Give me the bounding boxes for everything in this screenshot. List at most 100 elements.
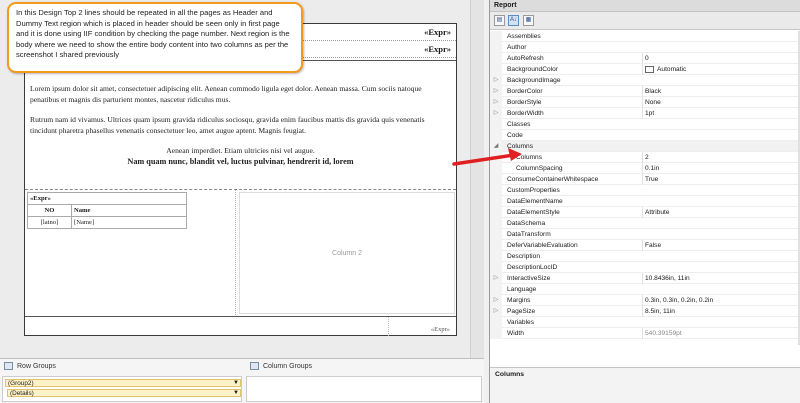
- property-row[interactable]: Code: [490, 130, 798, 141]
- property-row[interactable]: DataSchema: [490, 218, 798, 229]
- expand-arrow-icon[interactable]: ▷: [490, 86, 502, 97]
- property-row[interactable]: ConsumeContainerWhitespace True: [490, 174, 798, 185]
- row-group-item[interactable]: (Details) ▼: [7, 389, 241, 397]
- properties-object-title[interactable]: Report: [490, 0, 800, 12]
- property-pages-icon[interactable]: ▦: [523, 15, 534, 26]
- property-row[interactable]: Classes: [490, 119, 798, 130]
- property-row[interactable]: Language: [490, 284, 798, 295]
- property-row[interactable]: ColumnSpacing 0.1in: [490, 163, 798, 174]
- property-name: BackgroundImage: [507, 77, 561, 84]
- property-row[interactable]: Assemblies: [490, 31, 798, 42]
- column-groups-icon: [250, 362, 259, 370]
- property-row[interactable]: DataElementName: [490, 196, 798, 207]
- property-row[interactable]: ▷ InteractiveSize 10.8436in, 11in: [490, 273, 798, 284]
- property-row[interactable]: Description: [490, 251, 798, 262]
- property-name: DataSchema: [507, 220, 546, 227]
- body-textbox[interactable]: Lorem ipsum dolor sit amet, consectetuer…: [25, 84, 456, 177]
- property-name: CustomProperties: [507, 187, 560, 194]
- dropdown-arrow-icon[interactable]: ▼: [233, 380, 239, 387]
- property-row[interactable]: ▷ BorderStyle None: [490, 97, 798, 108]
- header-cell-name[interactable]: Name: [71, 204, 187, 217]
- property-name: PageSize: [507, 308, 536, 315]
- property-value[interactable]: 0.3in, 0.3in, 0.2in, 0.2in: [642, 295, 797, 306]
- row-gutter: [490, 130, 502, 141]
- column-1[interactable]: «Expr» NO Name [latno] [Name]: [25, 190, 236, 317]
- property-name: AutoRefresh: [507, 55, 544, 62]
- row-gutter: [490, 119, 502, 130]
- property-name: Description: [507, 253, 540, 260]
- property-name: Margins: [507, 297, 531, 304]
- property-value[interactable]: False: [642, 240, 797, 251]
- property-value[interactable]: 0: [642, 53, 797, 64]
- row-gutter: [490, 64, 502, 75]
- properties-blank-area: [490, 345, 800, 367]
- property-value[interactable]: 540.39159pt: [642, 328, 797, 339]
- designer-scrollbar[interactable]: [470, 0, 484, 358]
- property-row[interactable]: AutoRefresh 0: [490, 53, 798, 64]
- header-expression-1[interactable]: «Expr»: [424, 27, 451, 37]
- property-value[interactable]: Attribute: [642, 207, 797, 218]
- property-value-text: Automatic: [657, 66, 687, 73]
- property-value[interactable]: Black: [642, 86, 797, 97]
- property-row[interactable]: DescriptionLocID: [490, 262, 798, 273]
- property-value[interactable]: None: [642, 97, 797, 108]
- property-row[interactable]: ▷ BorderColor Black: [490, 86, 798, 97]
- row-group-item[interactable]: (Group2) ▼: [5, 379, 241, 387]
- categorized-icon[interactable]: ▤: [494, 15, 505, 26]
- property-name: Code: [507, 132, 523, 139]
- property-value[interactable]: 1pt: [642, 108, 797, 119]
- property-row[interactable]: Columns 2: [490, 152, 798, 163]
- property-row[interactable]: Author: [490, 42, 798, 53]
- expand-arrow-icon[interactable]: ▷: [490, 75, 502, 86]
- property-row[interactable]: Width 540.39159pt: [490, 328, 798, 339]
- property-name: Variables: [507, 319, 534, 326]
- property-row[interactable]: ▷ Margins 0.3in, 0.3in, 0.2in, 0.2in: [490, 295, 798, 306]
- header-expression-2[interactable]: «Expr»: [424, 44, 451, 54]
- tablix[interactable]: «Expr» NO Name [latno] [Name]: [27, 192, 187, 229]
- property-value[interactable]: 0.1in: [642, 163, 797, 174]
- property-name: Width: [507, 330, 524, 337]
- property-row[interactable]: CustomProperties: [490, 185, 798, 196]
- expand-arrow-icon[interactable]: ▷: [490, 306, 502, 317]
- expand-arrow-icon[interactable]: ▷: [490, 108, 502, 119]
- alphabetical-sort-icon[interactable]: A↓: [508, 15, 519, 26]
- group-header-cell[interactable]: «Expr»: [27, 192, 187, 205]
- expand-arrow-icon[interactable]: ▷: [490, 97, 502, 108]
- property-row[interactable]: DataTransform: [490, 229, 798, 240]
- color-swatch-icon: [645, 65, 654, 73]
- row-gutter: [490, 240, 502, 251]
- property-row[interactable]: Variables: [490, 317, 798, 328]
- property-description-title: Columns: [495, 371, 525, 378]
- property-name: BorderColor: [507, 88, 543, 95]
- row-gutter: [490, 174, 502, 185]
- property-name: Assemblies: [507, 33, 541, 40]
- property-description-area: Columns: [490, 367, 800, 403]
- property-value[interactable]: 10.8436in, 11in: [642, 273, 797, 284]
- dropdown-arrow-icon[interactable]: ▼: [233, 390, 239, 397]
- property-row[interactable]: BackgroundColor Automatic: [490, 64, 798, 75]
- header-cell-no[interactable]: NO: [27, 204, 72, 217]
- expand-arrow-icon[interactable]: ▷: [490, 273, 502, 284]
- detail-cell-no[interactable]: [latno]: [27, 216, 72, 229]
- property-row[interactable]: ▷ BackgroundImage: [490, 75, 798, 86]
- row-gutter: [490, 328, 502, 339]
- property-row[interactable]: ▷ BorderWidth 1pt: [490, 108, 798, 119]
- body-paragraph-2: Rutrum nam id vivamus. Ultrices quam ips…: [30, 115, 425, 135]
- property-value[interactable]: 2: [642, 152, 797, 163]
- property-value[interactable]: True: [642, 174, 797, 185]
- properties-toolbar: ▤ A↓ ▦: [490, 12, 800, 30]
- property-name: DescriptionLocID: [507, 264, 558, 271]
- property-row[interactable]: DataElementStyle Attribute: [490, 207, 798, 218]
- property-value[interactable]: Automatic: [642, 64, 797, 75]
- footer-expression[interactable]: «Expr»: [431, 326, 450, 333]
- property-name: BorderWidth: [507, 110, 544, 117]
- property-row[interactable]: ▷ PageSize 8.5in, 11in: [490, 306, 798, 317]
- properties-grid: Assemblies Author AutoRefresh 0 BackgroundCo…: [490, 31, 800, 345]
- row-groups-list: (Group2) ▼ (Details) ▼: [2, 376, 242, 402]
- page-footer-region[interactable]: «Expr»: [25, 316, 456, 336]
- expand-arrow-icon[interactable]: ▷: [490, 295, 502, 306]
- property-value[interactable]: 8.5in, 11in: [642, 306, 797, 317]
- detail-cell-name[interactable]: [Name]: [71, 216, 187, 229]
- property-row[interactable]: ◢ Columns: [490, 141, 798, 152]
- property-row[interactable]: DeferVariableEvaluation False: [490, 240, 798, 251]
